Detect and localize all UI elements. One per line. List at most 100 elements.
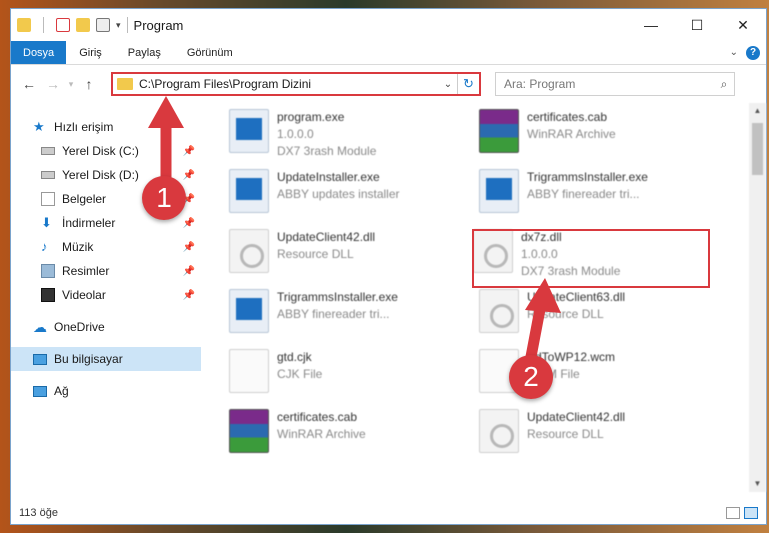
file-item[interactable]: certificates.cab WinRAR Archive <box>229 409 469 463</box>
dll-icon <box>479 289 519 333</box>
sidebar-item-local-disk-c[interactable]: Yerel Disk (C:) 📌 <box>11 139 201 163</box>
drive-icon <box>41 171 55 179</box>
search-input[interactable]: Ara: Program ⌕ <box>495 72 735 96</box>
help-icon[interactable]: ? <box>746 45 760 60</box>
back-button[interactable]: ← <box>17 76 41 92</box>
sidebar-item-label: Yerel Disk (C:) <box>62 144 139 158</box>
folder-icon <box>17 18 31 32</box>
sidebar-item-label: OneDrive <box>54 320 105 334</box>
chevron-down-icon[interactable]: ▾ <box>116 20 121 31</box>
tab-home[interactable]: Giriş <box>66 41 115 64</box>
file-item[interactable]: TrigrammsInstaller.exe ABBY finereader tr… <box>229 289 469 343</box>
file-description: ABBY finereader tri... <box>527 187 640 201</box>
pictures-icon <box>41 264 55 278</box>
videos-icon <box>41 288 55 302</box>
computer-icon <box>33 353 47 365</box>
properties-icon[interactable] <box>56 18 70 32</box>
divider <box>43 17 44 33</box>
pin-icon[interactable]: 📌 <box>183 218 195 229</box>
forward-button[interactable]: → <box>41 76 65 92</box>
documents-icon <box>41 192 55 206</box>
item-count: 113 öğe <box>19 507 58 519</box>
pin-icon[interactable]: 📌 <box>183 146 195 157</box>
archive-icon <box>479 109 519 153</box>
file-item[interactable]: certificates.cab WinRAR Archive <box>479 109 719 163</box>
pin-icon[interactable]: 📌 <box>183 266 195 277</box>
sidebar-item-label: İndirmeler <box>62 216 116 230</box>
scroll-up-icon[interactable]: ▲ <box>749 103 766 119</box>
sidebar-item-this-pc[interactable]: Bu bilgisayar <box>11 347 201 371</box>
sidebar-item-pictures[interactable]: Resimler 📌 <box>11 259 201 283</box>
chevron-down-icon[interactable]: ⌄ <box>439 79 457 90</box>
download-icon: ⬇ <box>41 215 52 230</box>
sidebar-item-label: Müzik <box>62 240 94 254</box>
file-item[interactable]: TrigrammsInstaller.exe ABBY finereader tr… <box>479 169 719 223</box>
pin-icon[interactable]: 📌 <box>183 290 195 301</box>
details-view-icon[interactable] <box>726 507 740 519</box>
pin-icon[interactable]: 📌 <box>183 242 195 253</box>
sidebar-item-videos[interactable]: Videolar 📌 <box>11 283 201 307</box>
close-button[interactable]: ✕ <box>720 9 766 41</box>
file-item[interactable]: UpdateClient42.dll Resource DLL <box>479 409 719 463</box>
sidebar-item-label: Bu bilgisayar <box>54 352 123 366</box>
file-item[interactable]: program.exe 1.0.0.0 DX7 3rash Module <box>229 109 469 163</box>
refresh-icon[interactable]: ↻ <box>457 74 479 94</box>
sidebar-item-label: Yerel Disk (D:) <box>62 168 139 182</box>
minimize-button[interactable]: — <box>628 9 674 41</box>
navigation-bar: ← → ▾ ↑ C:\Program Files\Program Dizini … <box>11 65 766 103</box>
maximize-button[interactable]: ☐ <box>674 9 720 41</box>
application-icon <box>229 289 269 333</box>
tab-file[interactable]: Dosya <box>11 41 67 64</box>
address-path[interactable]: C:\Program Files\Program Dizini <box>139 77 439 91</box>
archive-icon <box>229 409 269 453</box>
scroll-thumb[interactable] <box>752 123 763 175</box>
drive-icon <box>41 147 55 155</box>
scroll-down-icon[interactable]: ▼ <box>749 476 766 492</box>
sidebar-item-quick-access[interactable]: ★ Hızlı erişim <box>11 115 201 139</box>
file-item[interactable]: UpdateInstaller.exe ABBY updates installe… <box>229 169 469 223</box>
file-name: TrigrammsInstaller.exe <box>527 170 648 184</box>
file-type: CJK File <box>277 367 323 381</box>
up-button[interactable]: ↑ <box>77 76 101 92</box>
sidebar-item-music[interactable]: ♪ Müzik 📌 <box>11 235 201 259</box>
sidebar-item-network[interactable]: Ağ <box>11 379 201 403</box>
file-name: program.exe <box>277 110 345 124</box>
sidebar-item-label: Videolar <box>62 288 106 302</box>
file-item[interactable]: gtd.cjk CJK File <box>229 349 469 403</box>
file-type: Resource DLL <box>527 307 604 321</box>
quick-access-toolbar: ▾ <box>17 17 121 33</box>
file-name: TrigrammsInstaller.exe <box>277 290 398 304</box>
new-folder-icon[interactable] <box>76 18 90 32</box>
customize-icon[interactable] <box>96 18 110 32</box>
vertical-scrollbar[interactable]: ▲ ▼ <box>749 103 766 492</box>
file-item[interactable]: UpdateClient63.dll Resource DLL <box>479 289 719 343</box>
file-name: certificates.cab <box>277 410 358 424</box>
navigation-pane: ★ Hızlı erişim Yerel Disk (C:) 📌 Yerel D… <box>11 103 201 492</box>
file-item[interactable]: UpdateClient42.dll Resource DLL <box>229 229 469 283</box>
sidebar-item-label: Hızlı erişim <box>54 120 114 134</box>
tab-view[interactable]: Görünüm <box>174 41 246 64</box>
sidebar-item-onedrive[interactable]: ☁ OneDrive <box>11 315 201 339</box>
application-icon <box>479 169 519 213</box>
network-icon <box>33 385 47 397</box>
file-name: UpdateClient63.dll <box>527 290 626 304</box>
callout-2: 2 <box>509 355 553 399</box>
expand-ribbon-icon[interactable]: ⌄ <box>730 47 738 58</box>
file-name: UpdateInstaller.exe <box>277 170 380 184</box>
music-icon: ♪ <box>41 239 48 254</box>
file-type: WinRAR Archive <box>277 427 366 441</box>
star-icon: ★ <box>33 119 45 134</box>
file-name: UpdateClient42.dll <box>527 410 626 424</box>
search-icon[interactable]: ⌕ <box>714 77 734 92</box>
sidebar-item-label: Resimler <box>62 264 110 278</box>
ribbon-right: ⌄ ? <box>730 41 766 64</box>
large-icons-view-icon[interactable] <box>744 507 758 519</box>
callout-1: 1 <box>142 176 186 220</box>
dll-icon <box>479 409 519 453</box>
address-bar[interactable]: C:\Program Files\Program Dizini ⌄ ↻ <box>111 72 481 96</box>
recent-locations-icon[interactable]: ▾ <box>65 79 77 90</box>
tab-share[interactable]: Paylaş <box>115 41 174 64</box>
file-list: program.exe 1.0.0.0 DX7 3rash Module certi… <box>201 103 766 492</box>
file-type: Resource DLL <box>277 247 354 261</box>
pin-icon[interactable]: 📌 <box>183 170 195 181</box>
